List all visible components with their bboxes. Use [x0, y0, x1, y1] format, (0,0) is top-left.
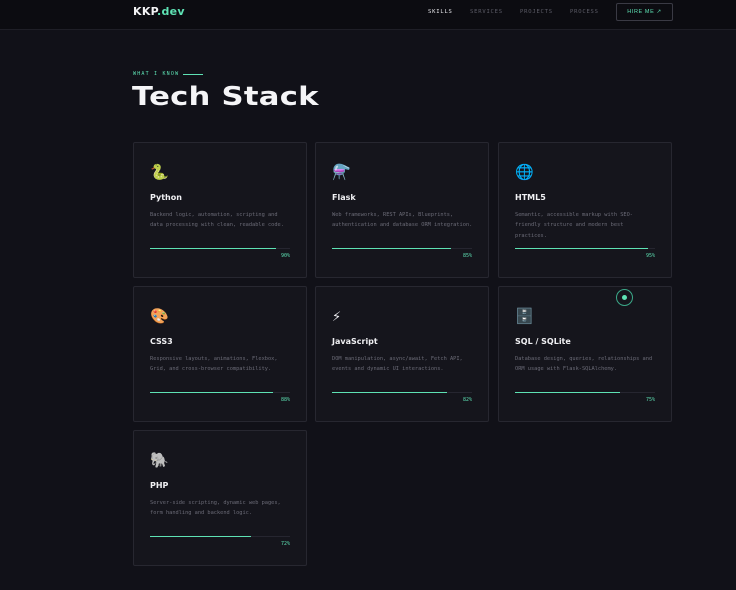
skill-description: Web frameworks, REST APIs, Blueprints, a…	[332, 212, 473, 229]
skill-card-python[interactable]: 🐍 Python Backend logic, automation, scri…	[133, 142, 307, 278]
hire-me-button[interactable]: HIRE ME ↗	[616, 3, 673, 21]
lightning-icon: ⚡	[332, 307, 342, 325]
skill-percent: 90%	[280, 253, 290, 259]
skill-description: Responsive layouts, animations, Flexbox,…	[150, 356, 278, 373]
skill-name: CSS3	[150, 337, 173, 346]
skill-percent: 72%	[280, 541, 290, 547]
skill-progress-track	[150, 248, 290, 249]
eyebrow-text: WHAT I KNOW	[133, 71, 180, 77]
skill-card-javascript[interactable]: ⚡ JavaScript DOM manipulation, async/awa…	[315, 286, 489, 422]
snake-icon: 🐍	[150, 163, 169, 181]
nav-link-skills[interactable]: SKILLS	[428, 9, 453, 15]
skill-progress-fill	[515, 248, 648, 249]
skill-name: HTML5	[515, 193, 546, 202]
skill-name: Python	[150, 193, 182, 202]
skill-description: DOM manipulation, async/await, Fetch API…	[332, 356, 463, 373]
skill-description: Backend logic, automation, scripting and…	[150, 212, 284, 229]
skill-progress-track	[332, 248, 472, 249]
skill-progress-fill	[150, 536, 251, 537]
skill-name: Flask	[332, 193, 356, 202]
skill-card-flask[interactable]: ⚗️ Flask Web frameworks, REST APIs, Blue…	[315, 142, 489, 278]
file-cabinet-icon: 🗄️	[515, 307, 534, 325]
skill-progress-track	[150, 392, 290, 393]
flask-icon: ⚗️	[332, 163, 351, 181]
skill-percent: 95%	[645, 253, 655, 259]
skill-progress-fill	[150, 248, 276, 249]
site-logo[interactable]: KKP.dev	[133, 5, 185, 18]
globe-icon: 🌐	[515, 163, 534, 181]
skill-card-html5[interactable]: 🌐 HTML5 Semantic, accessible markup with…	[498, 142, 672, 278]
logo-main: KKP	[133, 5, 157, 18]
skill-percent: 88%	[280, 397, 290, 403]
skill-progress-track	[332, 392, 472, 393]
cursor-dot-icon	[622, 295, 627, 300]
section-eyebrow: WHAT I KNOW	[133, 71, 204, 77]
skill-progress-fill	[150, 392, 274, 393]
skill-progress-fill	[332, 392, 447, 393]
section-title: Tech Stack	[132, 82, 319, 112]
skill-name: SQL / SQLite	[515, 337, 571, 346]
skill-progress-track	[515, 248, 655, 249]
skill-percent: 75%	[645, 397, 655, 403]
nav-link-services[interactable]: SERVICES	[470, 9, 503, 15]
skill-card-css3[interactable]: 🎨 CSS3 Responsive layouts, animations, F…	[133, 286, 307, 422]
skill-description: Semantic, accessible markup with SEO-fri…	[515, 212, 633, 239]
skill-name: JavaScript	[332, 337, 378, 346]
skill-description: Database design, queries, relationships …	[515, 356, 653, 373]
skill-percent: 82%	[462, 397, 472, 403]
skill-progress-fill	[515, 392, 620, 393]
skill-description: Server-side scripting, dynamic web pages…	[150, 500, 281, 517]
elephant-icon: 🐘	[150, 451, 169, 469]
skill-progress-track	[150, 536, 290, 537]
palette-icon: 🎨	[150, 307, 169, 325]
top-nav-bar: KKP.dev SKILLS SERVICES PROJECTS PROCESS…	[0, 0, 736, 30]
nav-link-projects[interactable]: PROJECTS	[520, 9, 553, 15]
skill-card-php[interactable]: 🐘 PHP Server-side scripting, dynamic web…	[133, 430, 307, 566]
skill-percent: 85%	[462, 253, 472, 259]
skill-name: PHP	[150, 481, 169, 490]
skill-progress-track	[515, 392, 655, 393]
eyebrow-line	[183, 73, 204, 75]
skill-progress-fill	[332, 248, 451, 249]
nav-link-process[interactable]: PROCESS	[570, 9, 599, 15]
logo-accent: .dev	[157, 5, 185, 18]
skill-card-sql[interactable]: 🗄️ SQL / SQLite Database design, queries…	[498, 286, 672, 422]
